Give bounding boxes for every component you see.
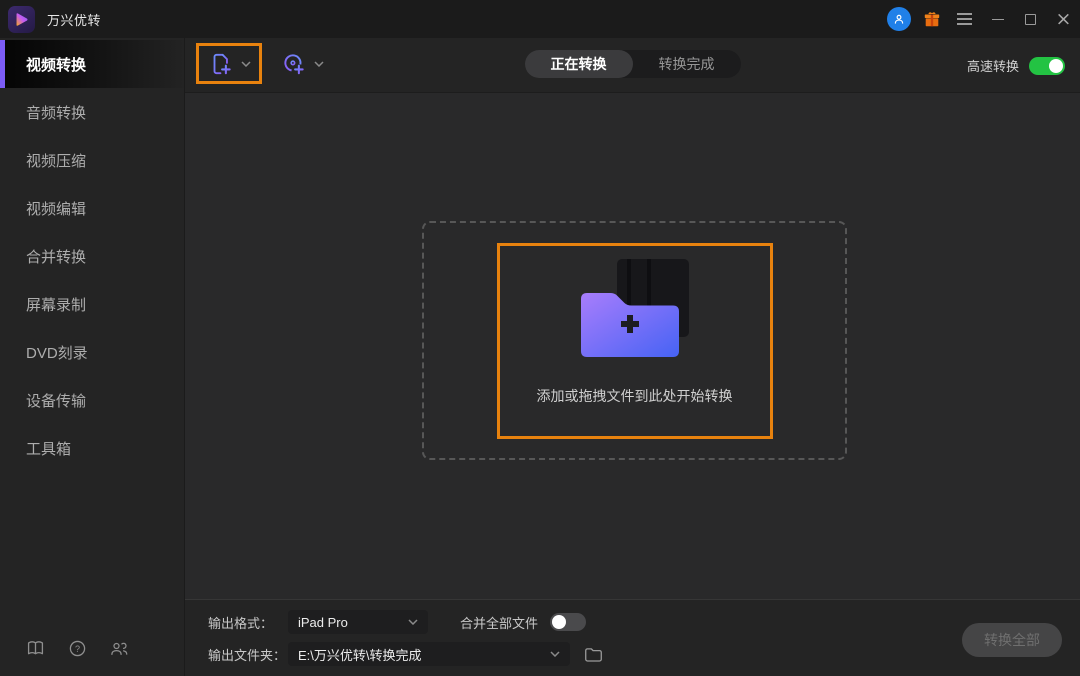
content-column: 正在转换 转换完成 高速转换 添加或拖拽文件到此处开始转换 输出格式： iPad… bbox=[185, 38, 1080, 676]
dropzone[interactable]: 添加或拖拽文件到此处开始转换 bbox=[422, 221, 847, 460]
sidebar-item-label: 视频压缩 bbox=[26, 152, 87, 170]
browse-folder-icon[interactable] bbox=[584, 646, 603, 663]
chevron-down-icon bbox=[408, 619, 418, 625]
tab-finished[interactable]: 转换完成 bbox=[633, 50, 741, 78]
titlebar-controls: × bbox=[882, 0, 1080, 38]
sidebar-item-label: 视频编辑 bbox=[26, 200, 87, 218]
merge-all-toggle[interactable] bbox=[550, 613, 587, 631]
sidebar-item-device-transfer[interactable]: 设备传输 bbox=[0, 376, 184, 424]
chevron-down-icon bbox=[550, 651, 560, 657]
sidebar-item-audio-convert[interactable]: 音频转换 bbox=[0, 88, 184, 136]
help-icon[interactable]: ? bbox=[67, 638, 87, 658]
convert-status-tabs: 正在转换 转换完成 bbox=[524, 50, 741, 78]
output-folder-row: 输出文件夹： E:\万兴优转\转换完成 bbox=[185, 642, 1080, 666]
titlebar-left: 万兴优转 bbox=[0, 5, 102, 33]
sidebar-item-label: 设备传输 bbox=[26, 392, 87, 410]
sidebar-item-label: 屏幕录制 bbox=[26, 296, 87, 314]
gift-icon[interactable] bbox=[915, 0, 948, 38]
output-format-row: 输出格式： iPad Pro 合并全部文件 bbox=[185, 610, 1080, 634]
tab-converting[interactable]: 正在转换 bbox=[524, 50, 633, 78]
dropzone-hint: 添加或拖拽文件到此处开始转换 bbox=[536, 388, 733, 404]
close-button[interactable]: × bbox=[1047, 0, 1080, 38]
add-folder-icon bbox=[580, 259, 689, 357]
high-speed-group: 高速转换 bbox=[967, 38, 1065, 93]
sidebar: 视频转换 音频转换 视频压缩 视频编辑 合并转换 屏幕录制 DVD刻录 设备传输… bbox=[0, 38, 185, 676]
sidebar-item-dvd-burn[interactable]: DVD刻录 bbox=[0, 328, 184, 376]
minimize-button[interactable] bbox=[981, 0, 1014, 38]
sidebar-item-label: 音频转换 bbox=[26, 104, 87, 122]
sidebar-item-label: 合并转换 bbox=[26, 248, 87, 266]
community-icon[interactable] bbox=[109, 638, 129, 658]
high-speed-toggle[interactable] bbox=[1029, 56, 1065, 75]
chevron-down-icon bbox=[314, 61, 324, 67]
add-dvd-button[interactable] bbox=[281, 48, 324, 80]
sidebar-item-label: 工具箱 bbox=[26, 440, 72, 458]
toggle-knob bbox=[1049, 58, 1063, 73]
app-logo-icon bbox=[8, 5, 35, 33]
hamburger-menu-icon[interactable] bbox=[948, 0, 981, 38]
sidebar-item-video-compress[interactable]: 视频压缩 bbox=[0, 136, 184, 184]
app-title: 万兴优转 bbox=[47, 12, 102, 28]
output-format-label: 输出格式： bbox=[208, 615, 274, 631]
output-format-value: iPad Pro bbox=[298, 614, 348, 630]
sidebar-footer: ? bbox=[25, 638, 129, 658]
maximize-button[interactable] bbox=[1014, 0, 1047, 38]
add-disc-icon bbox=[284, 54, 304, 75]
convert-all-button[interactable]: 转换全部 bbox=[962, 623, 1062, 657]
merge-all-label: 合并全部文件 bbox=[460, 615, 539, 631]
output-format-select[interactable]: iPad Pro bbox=[288, 610, 428, 634]
account-avatar-icon[interactable] bbox=[882, 0, 915, 38]
chevron-down-icon bbox=[240, 60, 251, 67]
main-row: 视频转换 音频转换 视频压缩 视频编辑 合并转换 屏幕录制 DVD刻录 设备传输… bbox=[0, 38, 1080, 676]
toggle-knob bbox=[552, 615, 567, 629]
add-file-icon bbox=[213, 53, 231, 74]
output-folder-value: E:\万兴优转\转换完成 bbox=[298, 647, 422, 663]
output-folder-select[interactable]: E:\万兴优转\转换完成 bbox=[288, 642, 570, 666]
user-guide-book-icon[interactable] bbox=[25, 638, 45, 658]
output-folder-label: 输出文件夹： bbox=[208, 647, 287, 663]
sidebar-item-merge-convert[interactable]: 合并转换 bbox=[0, 232, 184, 280]
sidebar-item-label: DVD刻录 bbox=[26, 344, 88, 362]
sidebar-item-screen-record[interactable]: 屏幕录制 bbox=[0, 280, 184, 328]
add-file-button[interactable] bbox=[196, 43, 262, 84]
toolbar: 正在转换 转换完成 高速转换 bbox=[185, 38, 1080, 93]
svg-text:?: ? bbox=[74, 643, 79, 653]
app-window: 万兴优转 × 视频转换 音频转换 视频压缩 视频编辑 合并转换 屏幕录制 DVD… bbox=[0, 0, 1080, 676]
sidebar-item-video-edit[interactable]: 视频编辑 bbox=[0, 184, 184, 232]
bottom-bar: 输出格式： iPad Pro 合并全部文件 输出文件夹： E:\万兴优转\转换完… bbox=[185, 599, 1080, 676]
sidebar-item-toolbox[interactable]: 工具箱 bbox=[0, 424, 184, 472]
main-content: 添加或拖拽文件到此处开始转换 bbox=[185, 93, 1080, 599]
titlebar: 万兴优转 × bbox=[0, 0, 1080, 38]
sidebar-item-video-convert[interactable]: 视频转换 bbox=[0, 40, 184, 88]
high-speed-label: 高速转换 bbox=[966, 59, 1019, 74]
sidebar-item-label: 视频转换 bbox=[26, 56, 87, 74]
dropzone-highlight-box: 添加或拖拽文件到此处开始转换 bbox=[496, 243, 773, 439]
